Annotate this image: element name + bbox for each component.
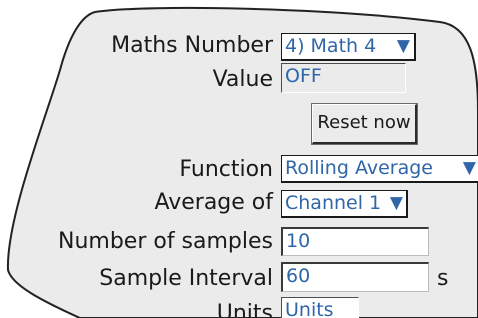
number-of-samples-input[interactable]: 10 bbox=[281, 227, 429, 256]
function-label: Function bbox=[179, 157, 273, 182]
function-dropdown[interactable]: Rolling Average ▼ bbox=[281, 155, 478, 183]
average-of-value: Channel 1 bbox=[285, 192, 382, 214]
value-display: OFF bbox=[281, 63, 406, 93]
number-of-samples-label: Number of samples bbox=[57, 229, 273, 254]
maths-number-dropdown[interactable]: 4) Math 4 ▼ bbox=[281, 33, 416, 61]
reset-now-button[interactable]: Reset now bbox=[311, 103, 418, 145]
dropdown-triangle-icon: ▼ bbox=[396, 36, 410, 56]
maths-number-label: Maths Number bbox=[111, 33, 273, 58]
sample-interval-input[interactable]: 60 bbox=[281, 262, 429, 292]
units-field[interactable]: Units bbox=[281, 297, 359, 318]
function-value: Rolling Average bbox=[285, 157, 433, 179]
units-label: Units bbox=[216, 301, 273, 318]
value-label: Value bbox=[212, 67, 273, 92]
maths-number-value: 4) Math 4 bbox=[285, 35, 377, 57]
dropdown-triangle-icon: ▼ bbox=[462, 158, 476, 178]
sample-interval-unit: s bbox=[437, 266, 449, 291]
sample-interval-label: Sample Interval bbox=[99, 266, 273, 291]
dropdown-triangle-icon: ▼ bbox=[389, 193, 403, 213]
average-of-dropdown[interactable]: Channel 1 ▼ bbox=[281, 190, 408, 218]
config-form: Maths Number 4) Math 4 ▼ Value OFF Reset… bbox=[0, 0, 478, 318]
average-of-label: Average of bbox=[154, 190, 273, 215]
